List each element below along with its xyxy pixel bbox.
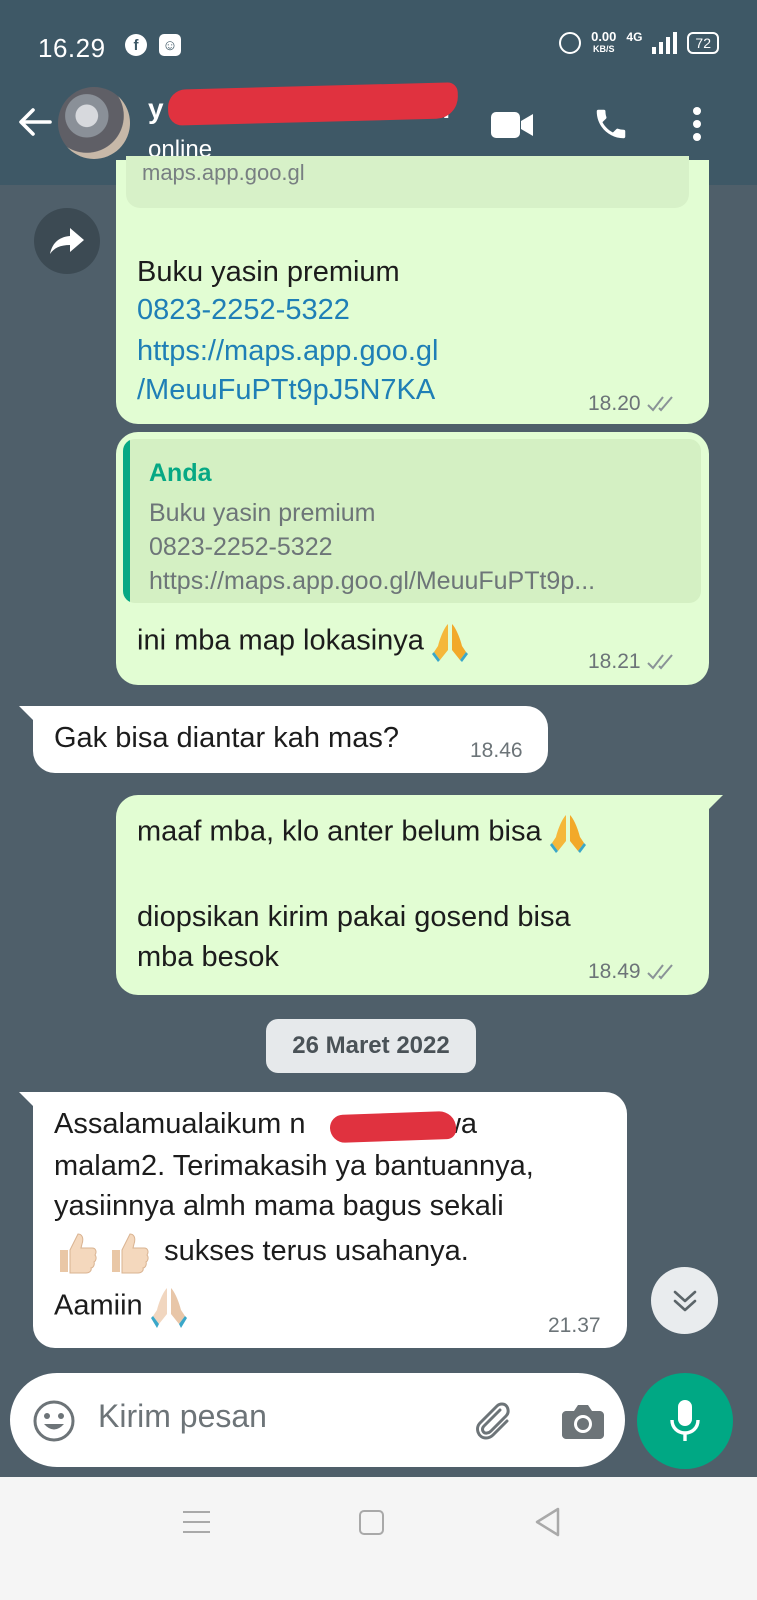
alarm-icon	[559, 32, 582, 54]
thumbs-up-emoji-icon	[60, 1233, 97, 1274]
message-input[interactable]	[98, 1398, 428, 1435]
arrow-left-icon[interactable]	[16, 104, 52, 140]
message-text: diopsikan kirim pakai gosend bisa	[137, 901, 571, 933]
status-system-icons: 0.00 KB/S 4G 72	[559, 30, 719, 56]
avatar[interactable]	[58, 87, 130, 159]
forward-button[interactable]	[34, 208, 100, 274]
message-bubble-outgoing[interactable]: maps.app.goo.gl Buku yasin premium 0823-…	[116, 156, 709, 424]
phone-icon[interactable]	[592, 105, 630, 143]
redaction-mark	[329, 1110, 457, 1144]
quoted-message[interactable]: Anda Buku yasin premium 0823-2252-5322 h…	[123, 439, 701, 603]
scroll-to-bottom-button[interactable]	[651, 1267, 718, 1334]
folded-hands-emoji-icon	[150, 1288, 187, 1328]
message-bubble-incoming[interactable]: Gak bisa diantar kah mas? 18.46	[19, 706, 548, 773]
message-text: sukses terus usahanya.	[54, 1230, 469, 1274]
microphone-icon	[670, 1400, 700, 1441]
message-bubble-outgoing[interactable]: maaf mba, klo anter belum bisa diopsikan…	[116, 795, 723, 995]
status-notification-icons: f ☺	[125, 34, 181, 56]
quote-author: Anda	[149, 459, 212, 487]
bubble-tail	[19, 706, 35, 722]
contact-name[interactable]: y....	[148, 93, 450, 125]
double-check-icon	[646, 964, 673, 980]
quote-bar	[123, 439, 130, 603]
facebook-icon: f	[125, 34, 147, 56]
back-triangle-icon[interactable]	[534, 1507, 560, 1537]
double-check-icon	[646, 396, 673, 412]
double-chevron-down-icon	[673, 1290, 696, 1311]
phone-link[interactable]: 0823-2252-5322	[137, 294, 350, 327]
quote-text: 0823-2252-5322	[149, 533, 333, 561]
message-composer	[10, 1373, 625, 1467]
double-check-icon	[646, 654, 673, 670]
network-type: 4G	[626, 30, 643, 44]
home-icon[interactable]	[359, 1510, 384, 1535]
folded-hands-emoji-icon	[549, 815, 586, 853]
video-call-icon[interactable]	[491, 111, 533, 139]
message-text: Aamiin	[54, 1286, 187, 1328]
network-speed: 0.00 KB/S	[591, 29, 617, 54]
emoji-icon[interactable]	[32, 1399, 76, 1443]
bubble-tail	[19, 1092, 35, 1108]
quote-text: https://maps.app.goo.gl/MeuuFuPTt9p...	[149, 567, 596, 595]
message-time: 18.46	[470, 739, 523, 762]
voice-message-button[interactable]	[637, 1373, 733, 1469]
system-navigation-bar	[0, 1477, 757, 1600]
link-preview[interactable]: maps.app.goo.gl	[126, 156, 689, 208]
url-link[interactable]: /MeuuFuPTt9pJ5N7KA	[137, 374, 435, 407]
status-time: 16.29	[38, 33, 106, 63]
message-text: malam2. Terimakasih ya bantuannya,	[54, 1150, 534, 1182]
message-time: 18.20	[588, 392, 677, 416]
camera-icon[interactable]	[562, 1403, 604, 1439]
message-text: maaf mba, klo anter belum bisa	[137, 813, 586, 853]
redaction-mark	[167, 82, 459, 126]
message-text: Gak bisa diantar kah mas?	[54, 722, 399, 754]
bubble-tail	[707, 795, 723, 811]
message-time: 21.37	[548, 1314, 601, 1337]
message-text: ini mba map lokasinya	[137, 622, 468, 662]
recent-apps-icon[interactable]	[183, 1511, 210, 1541]
battery-icon: 72	[687, 32, 719, 54]
message-time: 18.49	[588, 960, 677, 984]
paperclip-icon[interactable]	[470, 1398, 514, 1442]
quote-text: Buku yasin premium	[149, 499, 376, 527]
message-text: Buku yasin premium	[137, 256, 400, 288]
message-time: 18.21	[588, 650, 677, 674]
date-divider: 26 Maret 2022	[266, 1019, 476, 1073]
forward-icon	[50, 228, 84, 254]
message-text: mba besok	[137, 941, 279, 973]
message-bubble-outgoing[interactable]: Anda Buku yasin premium 0823-2252-5322 h…	[116, 432, 709, 685]
message-text: yasiinnya almh mama bagus sekali	[54, 1190, 504, 1222]
thumbs-up-emoji-icon	[112, 1233, 149, 1274]
signal-icon	[652, 32, 678, 54]
folded-hands-emoji-icon	[431, 624, 468, 662]
url-link[interactable]: https://maps.app.goo.gl	[137, 335, 438, 368]
shopping-bag-icon: ☺	[159, 34, 181, 56]
more-vertical-icon[interactable]	[692, 106, 702, 142]
